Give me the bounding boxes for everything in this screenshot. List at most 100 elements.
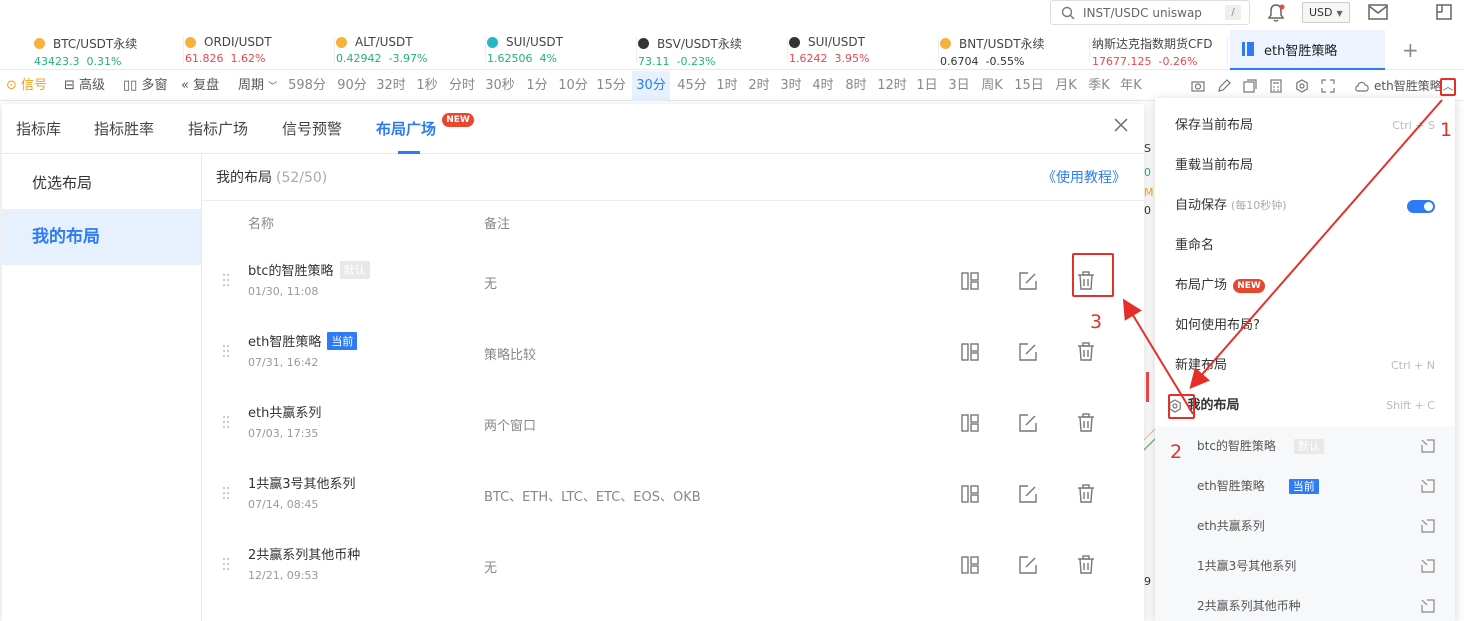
open-layout-icon[interactable] <box>1421 439 1435 453</box>
apply-layout-icon[interactable] <box>960 342 980 362</box>
layout-name[interactable]: eth共赢系列 <box>248 402 321 421</box>
period-option[interactable]: 年K <box>1118 71 1144 101</box>
period-option[interactable]: 598分 <box>287 71 327 101</box>
period-option[interactable]: 分时 <box>446 71 478 101</box>
drag-handle-icon[interactable] <box>222 344 230 358</box>
drag-handle-icon[interactable] <box>222 486 230 500</box>
period-option[interactable]: 30秒 <box>484 71 516 101</box>
tab-eth-strategy[interactable]: eth智胜策略 <box>1230 30 1385 70</box>
period-option[interactable]: 2时 <box>746 71 772 101</box>
delete-icon[interactable] <box>1076 555 1096 575</box>
expand-window-icon[interactable] <box>1243 79 1257 93</box>
advanced-button[interactable]: ⊟ 高级 <box>64 71 105 101</box>
tab-indicator-plaza[interactable]: 指标广场 <box>188 118 248 139</box>
delete-icon[interactable] <box>1076 484 1096 504</box>
period-option[interactable]: 10分 <box>556 71 590 101</box>
layout-name[interactable]: 2共赢系列其他币种 <box>248 544 360 563</box>
sidebar-item-my-layouts[interactable]: 我的布局 <box>2 209 201 265</box>
ticker-item[interactable]: SUI/USDT 1.62506 4% <box>487 35 637 67</box>
open-layout-icon[interactable] <box>1421 519 1435 533</box>
submenu-layout-item[interactable]: eth共赢系列 <box>1155 506 1455 546</box>
menu-save-layout[interactable]: 保存当前布局 Ctrl + S <box>1155 106 1455 146</box>
bell-icon[interactable] <box>1266 3 1286 23</box>
period-option[interactable]: 周K <box>978 71 1006 101</box>
autosave-toggle[interactable] <box>1407 200 1435 213</box>
camera-icon[interactable] <box>1191 79 1205 93</box>
ticker-item[interactable]: 纳斯达克指数期货CFD 17677.125 -0.26% <box>1092 35 1228 68</box>
search-input[interactable] <box>1083 5 1233 20</box>
menu-new-layout[interactable]: 新建布局 Ctrl + N <box>1155 346 1455 386</box>
submenu-layout-item[interactable]: eth智胜策略 当前 <box>1155 466 1455 506</box>
menu-reload-layout[interactable]: 重载当前布局 <box>1155 146 1455 186</box>
add-tab-button[interactable]: + <box>1402 38 1419 62</box>
tab-layout-plaza[interactable]: 布局广场 <box>376 118 436 139</box>
ticker-item[interactable]: BTC/USDT永续 43423.3 0.31% <box>34 35 184 68</box>
layout-menu-toggle[interactable]: ︿ <box>1440 78 1456 96</box>
signal-button[interactable]: ⊙ 信号 <box>6 71 47 101</box>
period-dropdown[interactable]: 周期 ﹀ <box>238 71 277 101</box>
apply-layout-icon[interactable] <box>960 484 980 504</box>
period-option[interactable]: 45分 <box>676 71 708 101</box>
submenu-layout-item[interactable]: 1共赢3号其他系列 <box>1155 546 1455 586</box>
ticker-item[interactable]: BNT/USDT永续 0.6704 -0.55% <box>940 35 1090 68</box>
sidebar-item-featured[interactable]: 优选布局 <box>2 155 201 211</box>
period-option[interactable]: 8时 <box>842 71 870 101</box>
period-option[interactable]: 1分 <box>524 71 550 101</box>
drag-handle-icon[interactable] <box>222 557 230 571</box>
menu-autosave[interactable]: 自动保存 (每10秒钟) <box>1155 186 1455 226</box>
submenu-layout-item[interactable]: btc的智胜策略 默认 <box>1155 426 1455 466</box>
ticker-item[interactable]: SUI/USDT 1.6242 3.95% <box>789 35 939 67</box>
settings-icon[interactable] <box>1295 79 1309 93</box>
replay-button[interactable]: « 复盘 <box>181 71 219 101</box>
close-icon[interactable] <box>1112 116 1130 134</box>
period-option[interactable]: 1日 <box>914 71 940 101</box>
pen-icon[interactable] <box>1217 79 1231 93</box>
menu-howto[interactable]: 如何使用布局? <box>1155 306 1455 346</box>
current-layout-name[interactable]: eth智胜策略 <box>1374 71 1442 101</box>
ticker-item[interactable]: BSV/USDT永续 73.11 -0.23% <box>638 35 788 68</box>
menu-my-layouts[interactable]: 我的布局 Shift + C <box>1155 386 1455 426</box>
submenu-layout-item[interactable]: 2共赢系列其他币种 <box>1155 586 1455 621</box>
edit-icon[interactable] <box>1018 413 1038 433</box>
calculator-icon[interactable] <box>1269 79 1283 93</box>
layout-name[interactable]: btc的智胜策略 默认 <box>248 260 370 279</box>
mail-icon[interactable] <box>1368 4 1388 20</box>
symbol-search[interactable]: / <box>1050 0 1250 25</box>
period-option[interactable]: 1秒 <box>414 71 440 101</box>
edit-icon[interactable] <box>1018 271 1038 291</box>
period-option[interactable]: 90分 <box>335 71 369 101</box>
period-option[interactable]: 12时 <box>876 71 908 101</box>
period-option[interactable]: 3日 <box>946 71 972 101</box>
fullscreen-icon[interactable] <box>1321 79 1335 93</box>
period-option[interactable]: 3时 <box>778 71 804 101</box>
ticker-item[interactable]: ORDI/USDT 61.826 1.62% <box>185 35 335 67</box>
open-layout-icon[interactable] <box>1421 479 1435 493</box>
tab-indicator-library[interactable]: 指标库 <box>16 118 61 139</box>
tutorial-link[interactable]: 《使用教程》 <box>1042 167 1126 187</box>
ticker-item[interactable]: ALT/USDT 0.42942 -3.97% <box>336 35 486 67</box>
apply-layout-icon[interactable] <box>960 555 980 575</box>
currency-select[interactable]: USD ▼ <box>1302 2 1350 23</box>
open-layout-icon[interactable] <box>1421 599 1435 613</box>
layout-name[interactable]: eth智胜策略 当前 <box>248 331 358 350</box>
window-icon[interactable] <box>1436 4 1452 20</box>
period-option[interactable]: 15分 <box>596 71 626 101</box>
period-option[interactable]: 1时 <box>714 71 740 101</box>
drag-handle-icon[interactable] <box>222 273 230 287</box>
apply-layout-icon[interactable] <box>960 271 980 291</box>
multi-window-button[interactable]: ▯▯ 多窗 <box>123 71 167 101</box>
period-option[interactable]: 4时 <box>810 71 836 101</box>
edit-icon[interactable] <box>1018 342 1038 362</box>
edit-icon[interactable] <box>1018 484 1038 504</box>
period-option[interactable]: 15日 <box>1012 71 1046 101</box>
menu-rename[interactable]: 重命名 <box>1155 226 1455 266</box>
tab-indicator-winrate[interactable]: 指标胜率 <box>94 118 154 139</box>
period-option[interactable]: 30分 <box>632 71 670 101</box>
period-option[interactable]: 季K <box>1086 71 1112 101</box>
delete-icon[interactable] <box>1076 342 1096 362</box>
delete-icon[interactable] <box>1076 413 1096 433</box>
edit-icon[interactable] <box>1018 555 1038 575</box>
apply-layout-icon[interactable] <box>960 413 980 433</box>
period-option[interactable]: 月K <box>1052 71 1080 101</box>
open-layout-icon[interactable] <box>1421 559 1435 573</box>
